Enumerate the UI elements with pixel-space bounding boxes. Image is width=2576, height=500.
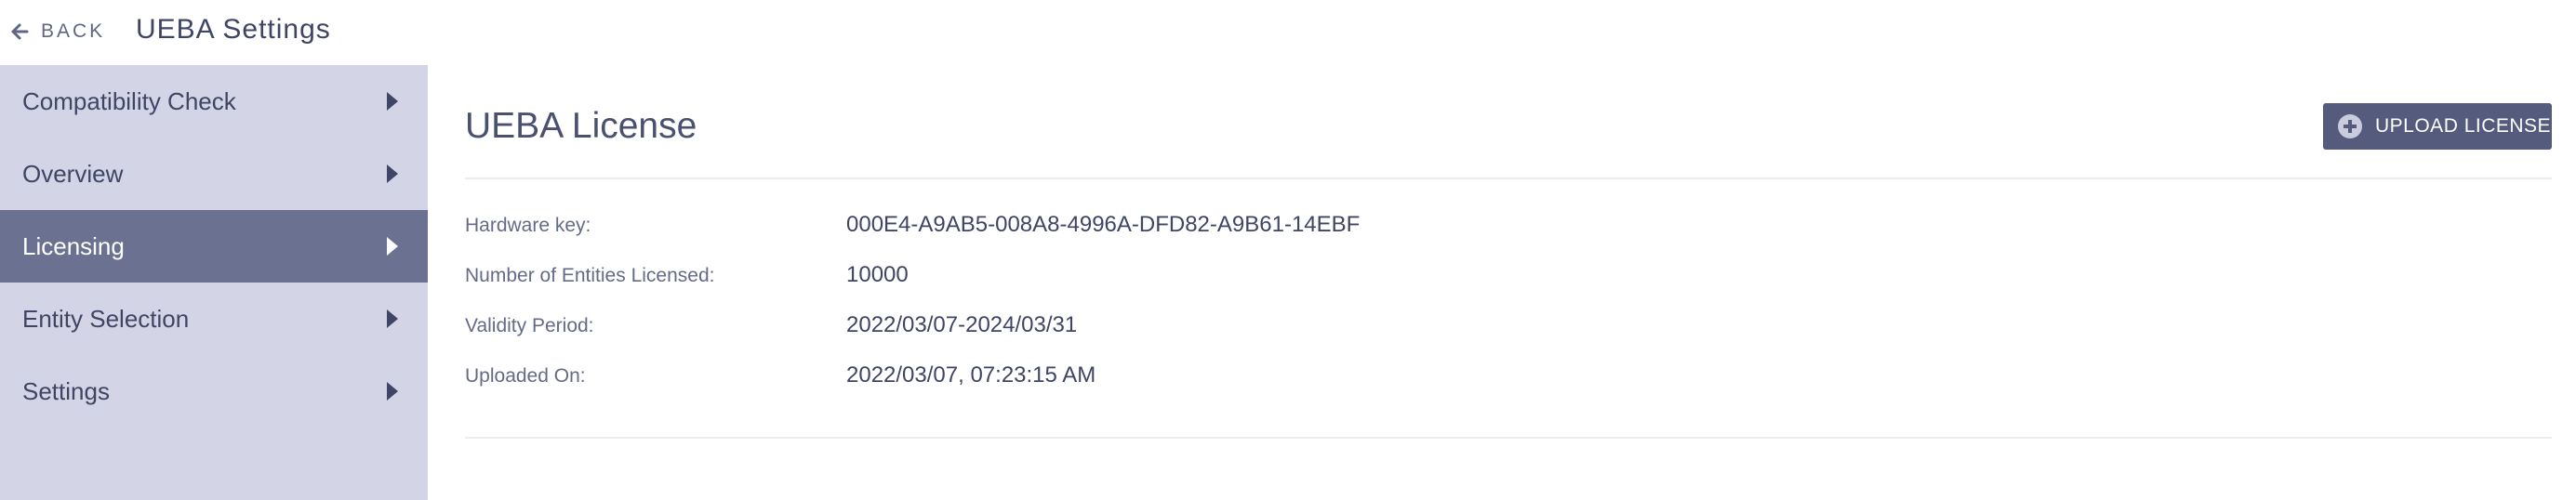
sidebar-item-compatibility-check[interactable]: Compatibility Check	[0, 65, 428, 138]
caret-right-icon	[387, 309, 398, 328]
divider	[465, 178, 2552, 179]
back-button[interactable]: BACK	[9, 17, 105, 46]
field-value: 10000	[846, 262, 909, 287]
sidebar: Compatibility Check Overview Licensing E…	[0, 65, 428, 500]
sidebar-item-settings[interactable]: Settings	[0, 355, 428, 428]
arrow-left-icon	[11, 23, 29, 40]
field-value: 2022/03/07, 07:23:15 AM	[846, 362, 1096, 388]
caret-right-icon	[387, 382, 398, 401]
validity-period-row: Validity Period: 2022/03/07-2024/03/31	[465, 308, 2548, 345]
caret-right-icon	[387, 92, 398, 111]
sidebar-item-label: Licensing	[22, 231, 125, 260]
uploaded-on-row: Uploaded On: 2022/03/07, 07:23:15 AM	[465, 358, 2548, 395]
field-label: Validity Period:	[465, 315, 594, 336]
back-label: BACK	[41, 20, 106, 42]
field-label: Hardware key:	[465, 215, 591, 236]
sidebar-item-label: Settings	[22, 376, 110, 405]
sidebar-item-label: Overview	[22, 159, 124, 188]
field-value: 000E4-A9AB5-008A8-4996A-DFD82-A9B61-14EB…	[846, 212, 1361, 237]
sidebar-item-label: Compatibility Check	[22, 86, 236, 115]
upload-license-button[interactable]: UPLOAD LICENSE	[2323, 103, 2552, 150]
field-label: Uploaded On:	[465, 365, 586, 387]
top-bar: BACK UEBA Settings	[0, 0, 2576, 65]
sidebar-item-label: Entity Selection	[22, 304, 190, 333]
plus-circle-icon	[2338, 114, 2362, 138]
license-panel: UEBA License UPLOAD LICENSE Hardware key…	[428, 65, 2576, 500]
upload-license-label: UPLOAD LICENSE	[2375, 115, 2552, 137]
sidebar-item-entity-selection[interactable]: Entity Selection	[0, 283, 428, 355]
section-title: UEBA License	[465, 106, 697, 146]
divider	[465, 437, 2552, 439]
sidebar-item-overview[interactable]: Overview	[0, 138, 428, 210]
hardware-key-row: Hardware key: 000E4-A9AB5-008A8-4996A-DF…	[465, 207, 2548, 244]
caret-right-icon	[387, 164, 398, 183]
entities-licensed-row: Number of Entities Licensed: 10000	[465, 257, 2548, 295]
caret-right-icon	[387, 237, 398, 256]
field-value: 2022/03/07-2024/03/31	[846, 312, 1078, 337]
page-title: UEBA Settings	[136, 14, 331, 45]
field-label: Number of Entities Licensed:	[465, 265, 715, 286]
sidebar-item-licensing[interactable]: Licensing	[0, 210, 428, 283]
